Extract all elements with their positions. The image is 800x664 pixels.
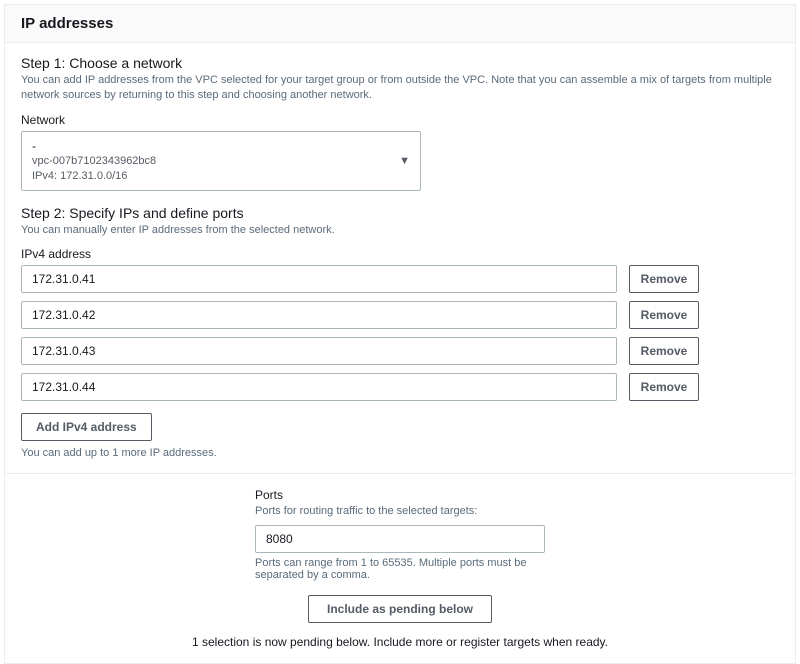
step1-desc: You can add IP addresses from the VPC se… bbox=[21, 73, 779, 103]
ports-inner: Ports Ports for routing traffic to the s… bbox=[255, 488, 545, 581]
ip-input-2[interactable] bbox=[21, 301, 617, 329]
ip-limit-hint: You can add up to 1 more IP addresses. bbox=[21, 447, 779, 459]
ports-hint: Ports can range from 1 to 65535. Multipl… bbox=[255, 557, 545, 581]
ip-row: Remove bbox=[21, 373, 779, 401]
ports-title: Ports bbox=[255, 488, 545, 502]
ip-row: Remove bbox=[21, 337, 779, 365]
step2-section: Step 2: Specify IPs and define ports You… bbox=[5, 205, 795, 474]
step1-title: Step 1: Choose a network bbox=[21, 55, 779, 71]
ip-rows: Remove Remove Remove Remove bbox=[21, 265, 779, 401]
remove-button[interactable]: Remove bbox=[629, 337, 699, 365]
include-block: Include as pending below 1 selection is … bbox=[5, 589, 795, 663]
remove-button[interactable]: Remove bbox=[629, 301, 699, 329]
page-title: IP addresses bbox=[21, 15, 779, 32]
network-dash: - bbox=[32, 138, 156, 154]
ip-row: Remove bbox=[21, 301, 779, 329]
ports-input[interactable] bbox=[255, 525, 545, 553]
include-pending-button[interactable]: Include as pending below bbox=[308, 595, 492, 623]
ports-section: Ports Ports for routing traffic to the s… bbox=[5, 474, 795, 589]
remove-button[interactable]: Remove bbox=[629, 373, 699, 401]
ip-addresses-card: IP addresses Step 1: Choose a network Yo… bbox=[4, 4, 796, 664]
add-ipv4-button[interactable]: Add IPv4 address bbox=[21, 413, 152, 441]
ip-input-4[interactable] bbox=[21, 373, 617, 401]
ports-desc: Ports for routing traffic to the selecte… bbox=[255, 504, 545, 519]
card-header: IP addresses bbox=[5, 5, 795, 43]
network-select-value: - vpc-007b7102343962bc8 IPv4: 172.31.0.0… bbox=[32, 138, 156, 184]
step2-desc: You can manually enter IP addresses from… bbox=[21, 223, 779, 238]
ipv4-label: IPv4 address bbox=[21, 247, 779, 261]
network-vpc: vpc-007b7102343962bc8 bbox=[32, 154, 156, 169]
ip-input-3[interactable] bbox=[21, 337, 617, 365]
ip-row: Remove bbox=[21, 265, 779, 293]
ip-input-1[interactable] bbox=[21, 265, 617, 293]
caret-down-icon: ▼ bbox=[399, 155, 410, 167]
step2-title: Step 2: Specify IPs and define ports bbox=[21, 205, 779, 221]
network-label: Network bbox=[21, 113, 779, 127]
remove-button[interactable]: Remove bbox=[629, 265, 699, 293]
network-select[interactable]: - vpc-007b7102343962bc8 IPv4: 172.31.0.0… bbox=[21, 131, 421, 191]
step1-section: Step 1: Choose a network You can add IP … bbox=[5, 43, 795, 205]
network-cidr: IPv4: 172.31.0.0/16 bbox=[32, 169, 156, 184]
pending-message: 1 selection is now pending below. Includ… bbox=[21, 635, 779, 649]
